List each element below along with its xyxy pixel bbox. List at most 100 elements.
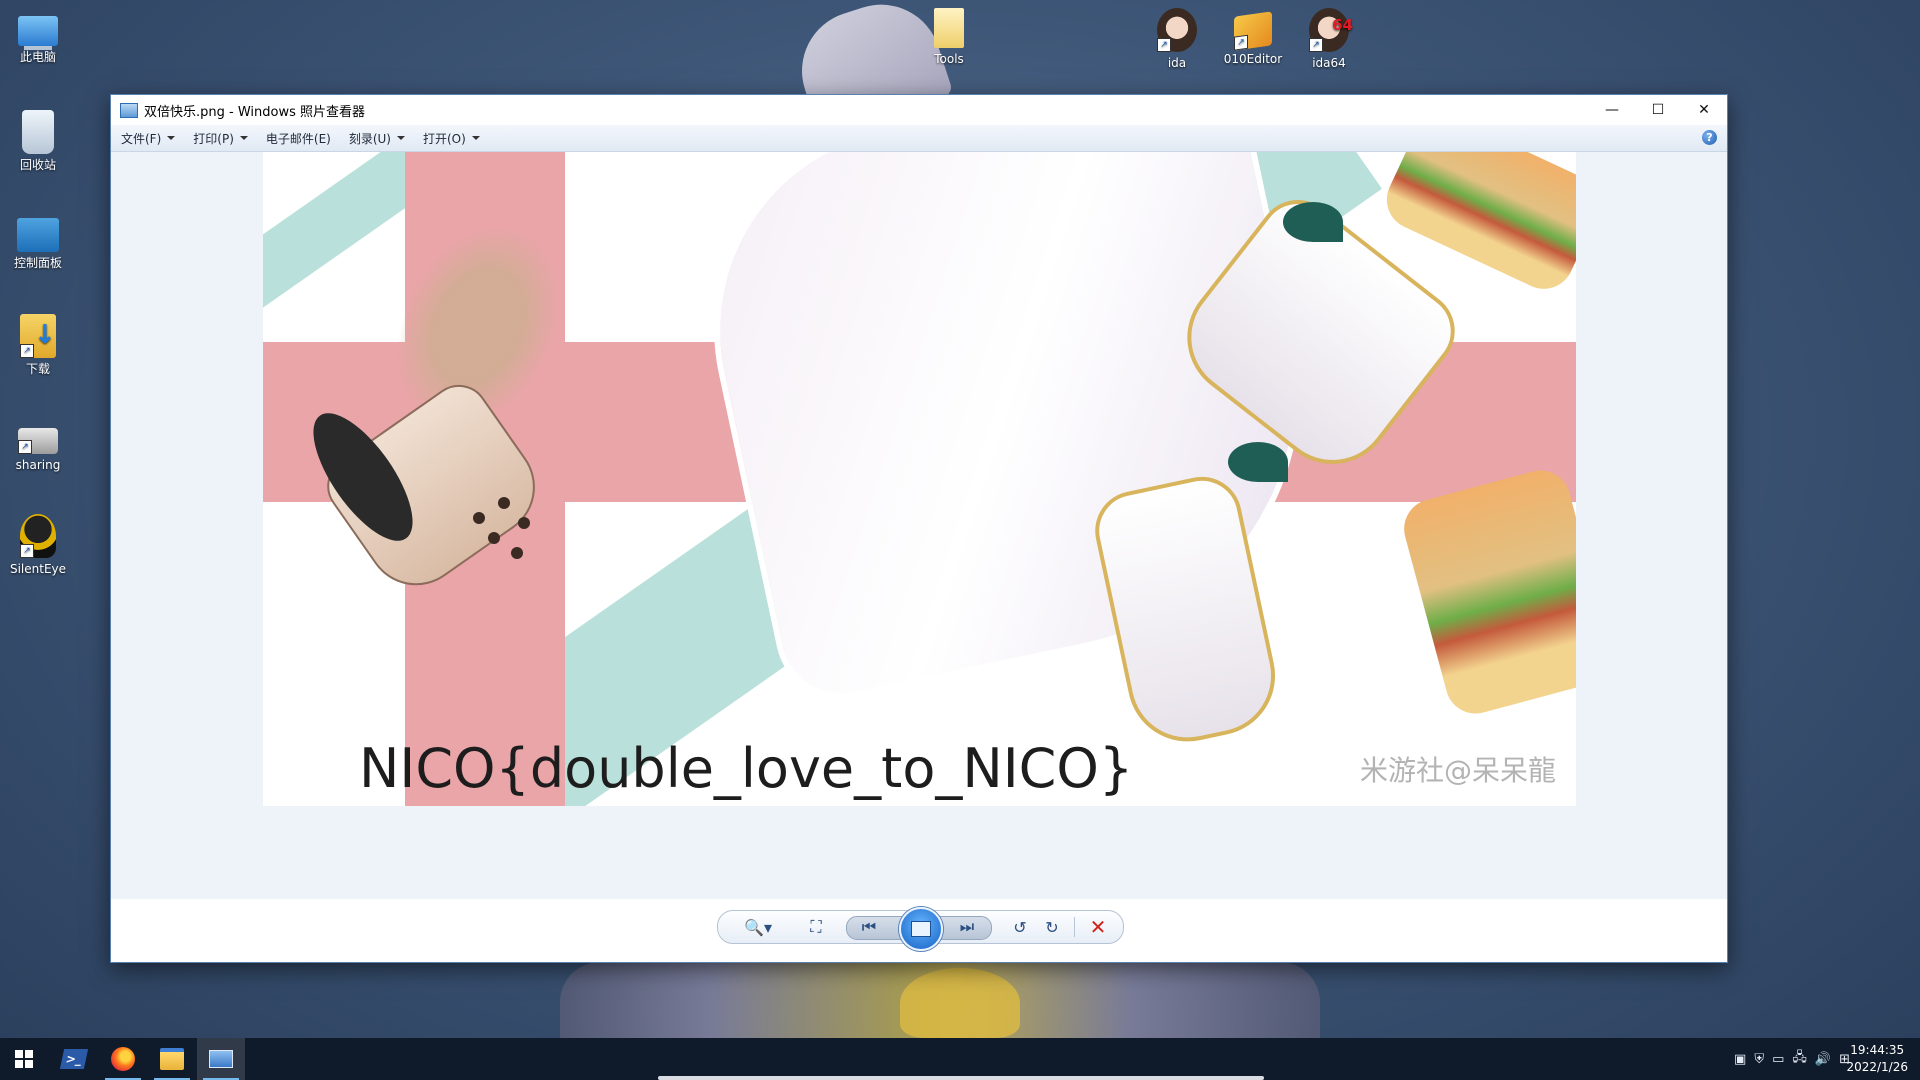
desktop-icon-recycle-bin[interactable]: 回收站: [0, 110, 76, 172]
actual-size-button[interactable]: ⛶: [804, 915, 828, 939]
close-button[interactable]: ✕: [1681, 95, 1727, 125]
chevron-down-icon: [397, 136, 405, 140]
taskbar-firefox[interactable]: [99, 1038, 147, 1080]
minimize-button[interactable]: —: [1589, 95, 1635, 125]
start-button[interactable]: [0, 1038, 48, 1080]
taskbar-file-explorer[interactable]: [148, 1038, 196, 1080]
menu-label: 文件(F): [121, 131, 162, 146]
ida-app-icon: ↗: [1157, 8, 1197, 52]
shoe-bow: [1283, 202, 1343, 242]
shoe-bow: [1228, 442, 1288, 482]
slideshow-button[interactable]: [899, 907, 943, 951]
window-title: 双倍快乐.png - Windows 照片查看器: [144, 104, 365, 120]
control-panel-icon: [17, 218, 59, 252]
menu-label: 打印(P): [193, 131, 234, 146]
powershell-icon: >_: [59, 1049, 89, 1069]
chevron-down-icon: [471, 136, 480, 140]
next-button[interactable]: ⏭: [952, 915, 982, 939]
chevron-down-icon: [167, 136, 176, 140]
ida64-badge: 64: [1332, 16, 1353, 34]
network-icon[interactable]: 🖧: [1792, 1048, 1807, 1070]
window-controls: — ☐ ✕: [1589, 95, 1727, 125]
help-icon[interactable]: ?: [1702, 130, 1717, 145]
desktop-icon-downloads[interactable]: ↗ 下载: [0, 314, 76, 376]
network-drive-icon: ↗: [18, 428, 58, 454]
desktop-icon-label: 此电脑: [19, 50, 56, 64]
menu-burn[interactable]: 刻录(U): [349, 130, 405, 147]
silenteye-app-icon: ↗: [20, 514, 56, 558]
taskbar-powershell[interactable]: >_: [50, 1038, 98, 1080]
desktop-icon-label: Tools: [934, 52, 964, 66]
download-folder-icon: ↗: [20, 314, 56, 358]
chevron-down-icon: [239, 136, 248, 140]
shortcut-arrow-icon: ↗: [1157, 38, 1171, 52]
clock-date: 2022/1/26: [1846, 1060, 1908, 1074]
taskbar-clock[interactable]: 19:44:35 2022/1/26: [1846, 1042, 1908, 1076]
sandwich: [1397, 463, 1576, 721]
menu-email[interactable]: 电子邮件(E): [266, 130, 331, 147]
desktop-icon-sharing[interactable]: ↗ sharing: [0, 416, 76, 472]
010editor-app-icon: ↗: [1234, 11, 1272, 51]
displayed-image: NICO{double_love_to_NICO} 米游社@呆呆龍: [263, 152, 1576, 806]
delete-button[interactable]: ✕: [1084, 915, 1112, 939]
photo-viewer-icon: [209, 1050, 233, 1068]
shortcut-arrow-icon: ↗: [18, 440, 32, 454]
desktop-icon-label: 下载: [25, 362, 50, 376]
shortcut-arrow-icon: ↗: [1309, 38, 1323, 52]
boba-pearl: [498, 497, 510, 509]
desktop-icon-control-panel[interactable]: 控制面板: [0, 212, 76, 270]
battery-icon[interactable]: ▭: [1772, 1052, 1784, 1067]
wallpaper-bow: [900, 968, 1020, 1038]
menu-bar: 文件(F) 打印(P) 电子邮件(E) 刻录(U) 打开(O) ?: [111, 125, 1727, 152]
desktop-icon-label: ida64: [1312, 56, 1346, 70]
boba-pearl: [488, 532, 500, 544]
menu-label: 打开(O): [423, 131, 466, 146]
desktop-icon-label: ida: [1167, 56, 1187, 70]
menu-print[interactable]: 打印(P): [193, 130, 248, 147]
slideshow-icon: [911, 921, 931, 937]
desktop-icon-this-pc[interactable]: 此电脑: [0, 8, 76, 64]
security-icon[interactable]: ⛨: [1754, 1052, 1764, 1067]
boba-pearl: [473, 512, 485, 524]
viewer-toolbar: 🔍▾ ⛶ ⏮ ⏭ ↺ ↻ ✕: [717, 907, 1124, 951]
desktop-icon-tools[interactable]: Tools: [911, 8, 987, 66]
desktop-icon-label: SilentEye: [9, 562, 67, 576]
image-watermark: 米游社@呆呆龍: [1359, 754, 1556, 787]
desktop-icon-label: 回收站: [19, 158, 56, 172]
maximize-button[interactable]: ☐: [1635, 95, 1681, 125]
folder-icon: [934, 8, 964, 48]
clock-time: 19:44:35: [1850, 1043, 1905, 1057]
boba-pearl: [518, 517, 530, 529]
file-explorer-icon: [160, 1048, 184, 1070]
menu-file[interactable]: 文件(F): [121, 130, 176, 147]
desktop-icon-ida64[interactable]: 64 ↗ ida64: [1291, 8, 1367, 70]
shortcut-arrow-icon: ↗: [20, 344, 34, 358]
system-tray: ▣ ⛨ ▭ 🖧 🔊 ⊞: [1734, 1038, 1850, 1080]
title-bar[interactable]: 双倍快乐.png - Windows 照片查看器 — ☐ ✕: [111, 95, 1727, 125]
menu-open[interactable]: 打开(O): [423, 130, 480, 147]
shortcut-arrow-icon: ↗: [1234, 34, 1248, 51]
firefox-icon: [111, 1047, 135, 1071]
taskbar-photo-viewer[interactable]: [197, 1038, 245, 1080]
rotate-ccw-button[interactable]: ↺: [1008, 915, 1032, 939]
menu-label: 刻录(U): [348, 131, 391, 146]
desktop-icon-010editor[interactable]: ↗ 010Editor: [1215, 8, 1291, 66]
photo-viewer-app-icon: [120, 102, 138, 118]
taskbar-scroll-indicator: [658, 1076, 1264, 1080]
desktop-icon-label: 010Editor: [1223, 52, 1283, 66]
volume-icon[interactable]: 🔊: [1815, 1052, 1831, 1067]
desktop-icon-ida[interactable]: ↗ ida: [1139, 8, 1215, 70]
image-flag-text: NICO{double_love_to_NICO}: [359, 737, 1134, 800]
bottom-toolbar-area: 🔍▾ ⛶ ⏮ ⏭ ↺ ↻ ✕: [111, 899, 1727, 962]
taskbar: >_ ▣ ⛨ ▭ 🖧 🔊 ⊞ 19:44:35 2022/1/26: [0, 1038, 1920, 1080]
zoom-button[interactable]: 🔍▾: [740, 915, 776, 939]
desktop-icon-silenteye[interactable]: ↗ SilentEye: [0, 514, 76, 576]
toolbar-divider: [1074, 917, 1075, 937]
ime-icon[interactable]: ▣: [1734, 1052, 1746, 1067]
ida64-app-icon: 64 ↗: [1309, 8, 1353, 52]
recycle-bin-icon: [22, 110, 54, 154]
windows-logo-icon: [15, 1050, 33, 1068]
previous-button[interactable]: ⏮: [854, 915, 884, 939]
rotate-cw-button[interactable]: ↻: [1040, 915, 1064, 939]
image-viewport[interactable]: NICO{double_love_to_NICO} 米游社@呆呆龍: [111, 152, 1727, 899]
